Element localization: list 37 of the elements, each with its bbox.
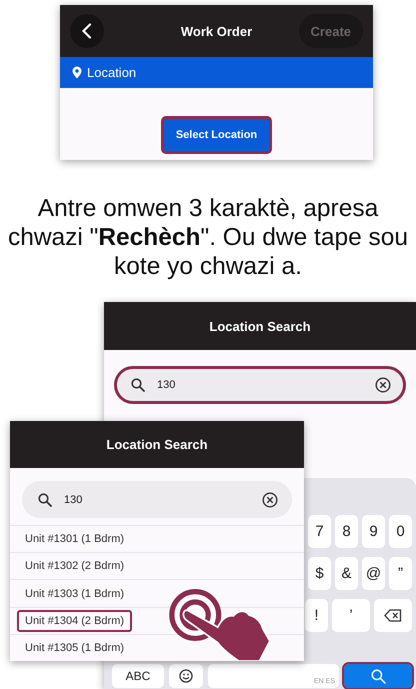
chevron-left-icon <box>81 23 93 39</box>
search-key[interactable] <box>344 664 412 688</box>
result-item[interactable]: Unit #1302 (2 Bdrm) <box>17 555 132 578</box>
search-field[interactable]: 130 <box>22 481 292 518</box>
screen-title: Location Search <box>209 318 311 334</box>
clear-icon[interactable] <box>375 377 391 393</box>
search-icon <box>131 378 145 392</box>
keyboard-key[interactable]: 0 <box>389 515 412 548</box>
screen-title: Location Search <box>106 437 208 452</box>
result-item[interactable]: Unit #1305 (1 Bdrm) <box>17 636 132 659</box>
keyboard-key[interactable]: 7 <box>308 515 331 548</box>
backspace-key[interactable] <box>374 599 412 632</box>
smiley-icon <box>179 669 193 683</box>
keyboard-key[interactable]: & <box>335 557 358 590</box>
emoji-key[interactable] <box>169 664 203 688</box>
keyboard-key[interactable]: ” <box>389 557 412 590</box>
result-item[interactable]: Unit #1303 (1 Bdrm) <box>17 582 132 604</box>
instruction-text: Antre omwen 3 karaktè, apresa chwazi "Rechèch". Ou dwe tape sou kote yo chwazi a. <box>6 194 410 281</box>
section-label: Location <box>87 66 136 79</box>
screen-title: Work Order <box>180 24 252 38</box>
search-icon <box>38 492 52 506</box>
keyboard-mode-key[interactable]: ABC <box>112 664 164 688</box>
keyboard-key[interactable]: ’ <box>332 599 370 632</box>
keyboard-key[interactable]: $ <box>308 557 331 590</box>
back-button[interactable] <box>70 14 104 48</box>
keyboard-key[interactable]: ! <box>305 599 328 632</box>
search-field[interactable]: 130 <box>114 366 406 404</box>
keyboard-key[interactable]: 9 <box>362 515 385 548</box>
map-pin-icon <box>72 66 82 79</box>
result-item[interactable]: Unit #1301 (1 Bdrm) <box>17 528 132 550</box>
keyboard-key[interactable]: @ <box>362 557 385 590</box>
result-item[interactable]: Unit #1304 (2 Bdrm) <box>17 610 132 632</box>
backspace-icon <box>384 609 402 622</box>
clear-icon[interactable] <box>262 492 278 508</box>
select-location-button[interactable]: Select Location <box>160 116 272 154</box>
keyboard-key[interactable]: 8 <box>335 515 358 548</box>
search-icon <box>370 668 386 684</box>
